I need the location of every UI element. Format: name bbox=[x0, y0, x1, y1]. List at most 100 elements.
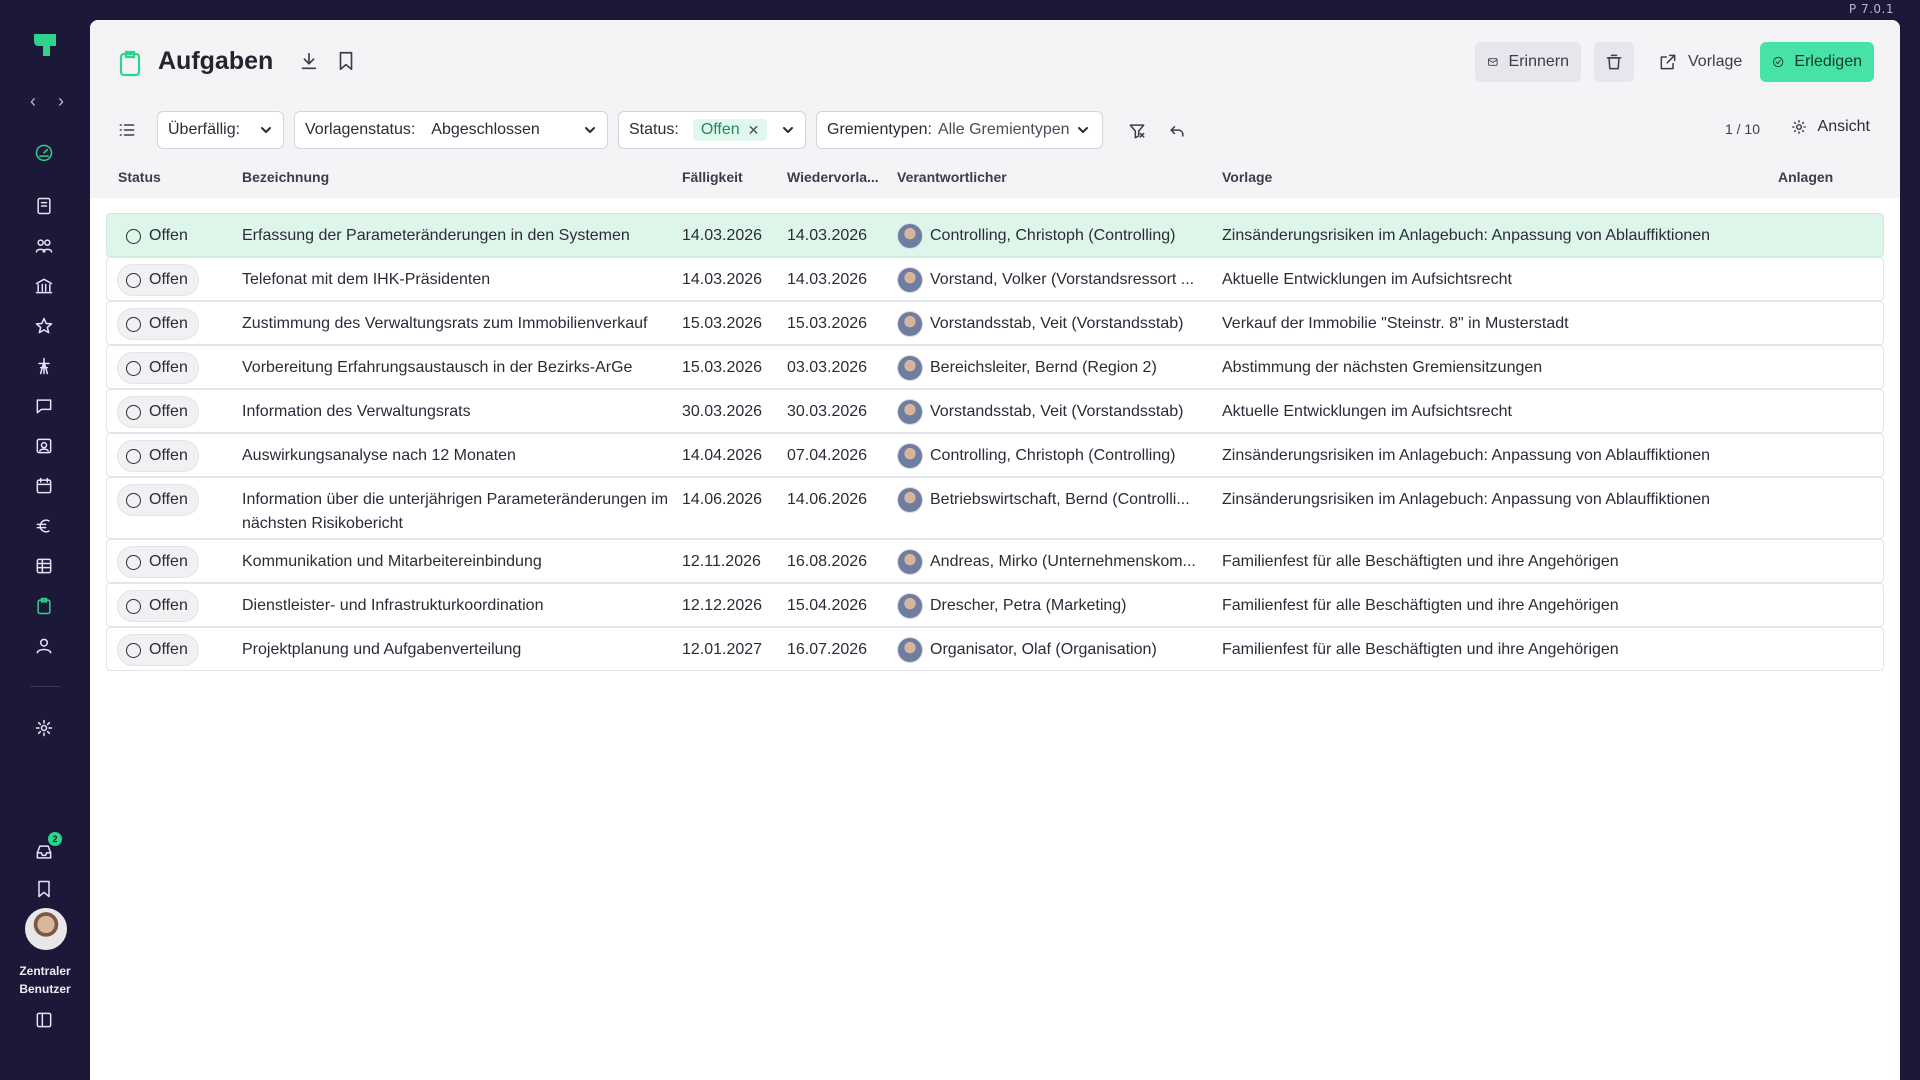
complete-button[interactable]: Erledigen bbox=[1760, 42, 1874, 82]
protocol-icon[interactable] bbox=[30, 432, 58, 460]
col-responsible[interactable]: Verantwortlicher bbox=[897, 169, 1007, 185]
status-filter[interactable]: Status: Offen ✕ bbox=[618, 111, 806, 149]
due-date: 12.11.2026 bbox=[682, 553, 761, 570]
delete-button[interactable] bbox=[1594, 42, 1634, 82]
template-status-filter[interactable]: Vorlagenstatus: Abgeschlossen bbox=[294, 111, 608, 149]
bookmark-icon[interactable] bbox=[335, 50, 357, 72]
status-pill[interactable]: Offen bbox=[117, 352, 199, 384]
open-circle-icon[interactable] bbox=[126, 360, 141, 376]
open-circle-icon[interactable] bbox=[126, 492, 141, 508]
col-resubmit[interactable]: Wiedervorla... bbox=[787, 169, 879, 185]
task-name: Information über die unterjährigen Param… bbox=[242, 491, 669, 532]
open-circle-icon[interactable] bbox=[126, 554, 141, 570]
status-pill[interactable]: Offen bbox=[117, 634, 199, 666]
person-icon[interactable] bbox=[30, 632, 58, 660]
clear-filter-icon[interactable] bbox=[1127, 121, 1147, 141]
status-pill[interactable]: Offen bbox=[117, 440, 199, 472]
sidebar-divider bbox=[30, 686, 60, 687]
table-row[interactable]: Offen Telefonat mit dem IHK-Präsidenten 14… bbox=[106, 257, 1884, 301]
open-circle-icon[interactable] bbox=[126, 272, 141, 288]
undo-icon[interactable] bbox=[1167, 121, 1187, 141]
table-row[interactable]: Offen Erfassung der Parameteränderungen i… bbox=[106, 213, 1884, 257]
chevron-down-icon bbox=[583, 123, 597, 137]
chevron-down-icon bbox=[259, 123, 273, 137]
back-arrow-icon[interactable]: ‹ bbox=[26, 91, 40, 111]
responsible-person: Controlling, Christoph (Controlling) bbox=[930, 227, 1176, 244]
inbox-icon[interactable]: 2 bbox=[30, 832, 62, 866]
dashboard-gauge-icon[interactable] bbox=[30, 138, 58, 166]
due-date: 30.03.2026 bbox=[682, 403, 763, 420]
tasks-clipboard-icon[interactable] bbox=[30, 592, 58, 620]
sidebar-toggle-icon[interactable] bbox=[30, 1006, 58, 1034]
settings-gear-icon[interactable] bbox=[30, 714, 58, 742]
app-logo-icon[interactable] bbox=[30, 30, 60, 60]
task-name: Telefonat mit dem IHK-Präsidenten bbox=[242, 271, 491, 288]
resubmit-date: 14.06.2026 bbox=[787, 491, 868, 508]
status-pill[interactable]: Offen bbox=[117, 220, 199, 252]
responsible-person: Vorstandsstab, Veit (Vorstandsstab) bbox=[930, 315, 1184, 332]
documents-icon[interactable] bbox=[30, 192, 58, 220]
template-title: Zinsänderungsrisiken im Anlagebuch: Anpa… bbox=[1222, 447, 1711, 464]
table-icon[interactable] bbox=[30, 552, 58, 580]
resubmit-date: 07.04.2026 bbox=[787, 447, 868, 464]
responsible-avatar bbox=[897, 355, 923, 381]
institution-icon[interactable] bbox=[30, 272, 58, 300]
euro-icon[interactable] bbox=[30, 512, 58, 540]
task-name: Zustimmung des Verwaltungsrats zum Immob… bbox=[242, 315, 648, 332]
messages-icon[interactable] bbox=[30, 392, 58, 420]
status-chip[interactable]: Offen ✕ bbox=[692, 119, 768, 141]
col-due[interactable]: Fälligkeit bbox=[682, 169, 743, 185]
resubmit-date: 14.03.2026 bbox=[787, 227, 868, 244]
status-pill[interactable]: Offen bbox=[117, 546, 199, 578]
status-pill[interactable]: Offen bbox=[117, 590, 199, 622]
remove-chip-icon[interactable]: ✕ bbox=[748, 122, 760, 139]
table-row[interactable]: Offen Vorbereitung Erfahrungsaustausch in… bbox=[106, 345, 1884, 389]
tower-icon[interactable] bbox=[30, 352, 58, 380]
status-pill[interactable]: Offen bbox=[117, 396, 199, 428]
open-circle-icon[interactable] bbox=[126, 404, 141, 420]
resubmit-date: 03.03.2026 bbox=[787, 359, 868, 376]
status-pill[interactable]: Offen bbox=[117, 264, 199, 296]
task-name: Auswirkungsanalyse nach 12 Monaten bbox=[242, 447, 516, 464]
committee-type-filter[interactable]: Gremientypen: Alle Gremientypen bbox=[816, 111, 1103, 149]
view-settings-button[interactable]: Ansicht bbox=[1790, 118, 1870, 136]
open-circle-icon[interactable] bbox=[126, 228, 141, 244]
task-name: Kommunikation und Mitarbeitereinbindung bbox=[242, 553, 542, 570]
filter-list-icon[interactable] bbox=[117, 120, 137, 140]
status-pill[interactable]: Offen bbox=[117, 308, 199, 340]
open-circle-icon[interactable] bbox=[126, 642, 141, 658]
download-icon[interactable] bbox=[298, 50, 320, 72]
open-circle-icon[interactable] bbox=[126, 448, 141, 464]
col-status[interactable]: Status bbox=[118, 169, 161, 185]
committees-icon[interactable] bbox=[30, 232, 58, 260]
table-row[interactable]: Offen Kommunikation und Mitarbeitereinbin… bbox=[106, 539, 1884, 583]
table-row[interactable]: Offen Dienstleister- und Infrastrukturkoo… bbox=[106, 583, 1884, 627]
forward-arrow-icon[interactable]: › bbox=[54, 91, 68, 111]
tasks-clipboard-icon bbox=[118, 49, 142, 77]
responsible-person: Drescher, Petra (Marketing) bbox=[930, 597, 1127, 614]
col-attachments[interactable]: Anlagen bbox=[1778, 169, 1833, 185]
remind-button[interactable]: Erinnern bbox=[1475, 42, 1581, 82]
responsible-person: Betriebswirtschaft, Bernd (Controlli... bbox=[930, 491, 1190, 508]
table-row[interactable]: Offen Projektplanung und Aufgabenverteilu… bbox=[106, 627, 1884, 671]
table-row[interactable]: Offen Information über die unterjährigen … bbox=[106, 477, 1884, 539]
user-avatar[interactable] bbox=[25, 908, 67, 950]
responsible-avatar bbox=[897, 549, 923, 575]
overdue-filter[interactable]: Überfällig: bbox=[157, 111, 284, 149]
table-row[interactable]: Offen Zustimmung des Verwaltungsrats zum … bbox=[106, 301, 1884, 345]
version-label: P 7.0.1 bbox=[1848, 2, 1894, 16]
template-button[interactable]: Vorlage bbox=[1646, 42, 1754, 82]
open-circle-icon[interactable] bbox=[126, 316, 141, 332]
col-name[interactable]: Bezeichnung bbox=[242, 169, 329, 185]
col-template[interactable]: Vorlage bbox=[1222, 169, 1272, 185]
inbox-badge: 2 bbox=[48, 832, 62, 846]
bookmark-icon[interactable] bbox=[30, 875, 58, 903]
template-title: Aktuelle Entwicklungen im Aufsichtsrecht bbox=[1222, 271, 1512, 288]
sidebar: ‹ › 2 Zentraler Benutzer bbox=[0, 0, 90, 1080]
open-circle-icon[interactable] bbox=[126, 598, 141, 614]
table-row[interactable]: Offen Auswirkungsanalyse nach 12 Monaten 1… bbox=[106, 433, 1884, 477]
status-pill[interactable]: Offen bbox=[117, 484, 199, 516]
favorites-star-icon[interactable] bbox=[30, 312, 58, 340]
table-row[interactable]: Offen Information des Verwaltungsrats 30.0… bbox=[106, 389, 1884, 433]
calendar-icon[interactable] bbox=[30, 472, 58, 500]
